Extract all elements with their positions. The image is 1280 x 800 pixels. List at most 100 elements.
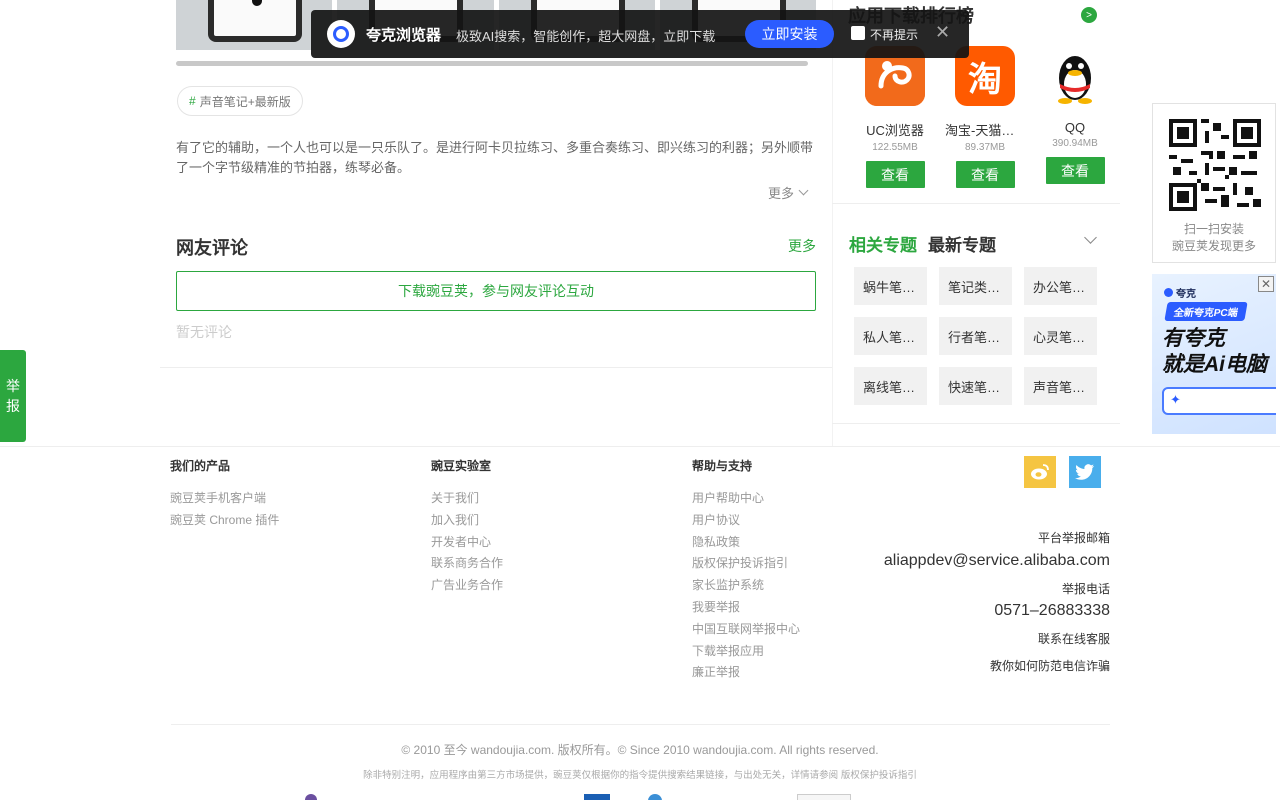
- app-size: 390.94MB: [1052, 138, 1098, 149]
- topic-grid: 蜗牛笔… 笔记类… 办公笔… 私人笔… 行者笔… 心灵笔… 离线笔… 快速笔… …: [854, 267, 1104, 405]
- report-phone-label: 举报电话: [1061, 582, 1110, 596]
- footer-link[interactable]: 豌豆荚手机客户端: [170, 488, 279, 510]
- app-name[interactable]: QQ: [1035, 120, 1115, 135]
- footer-link[interactable]: 隐私政策: [692, 532, 800, 554]
- ad-search-box: ✦: [1162, 387, 1276, 415]
- footer-link[interactable]: 下载举报应用: [692, 641, 800, 663]
- more-label: 更多: [768, 186, 795, 201]
- qq-penguin-icon[interactable]: [1045, 46, 1105, 106]
- chevron-down-icon: [798, 185, 809, 196]
- report-side-button[interactable]: 举 报: [0, 350, 26, 442]
- close-icon[interactable]: ✕: [935, 22, 950, 43]
- ranking-app-uc[interactable]: UC浏览器 122.55MB 查看: [850, 46, 940, 188]
- topic-item[interactable]: 私人笔…: [854, 317, 927, 355]
- footer-link[interactable]: 联系商务合作: [431, 553, 503, 575]
- view-button[interactable]: 查看: [955, 161, 1015, 188]
- gallery-scrollbar[interactable]: [176, 61, 808, 66]
- install-button[interactable]: 立即安装: [745, 20, 834, 48]
- ad-headline-2: 就是Ai电脑: [1162, 353, 1267, 376]
- report-email-label: 平台举报邮箱: [1037, 531, 1110, 545]
- partner-badge[interactable]: [648, 794, 662, 800]
- tab-related-topics[interactable]: 相关专题: [849, 231, 917, 256]
- close-icon[interactable]: ✕: [1258, 276, 1274, 292]
- report-email[interactable]: aliappdev@service.alibaba.com: [884, 552, 1110, 570]
- ranking-app-taobao[interactable]: 淘 淘宝-天猫双11 89.37MB 查看: [940, 46, 1030, 188]
- footer-heading: 我们的产品: [170, 459, 231, 473]
- quark-logo-icon: [1164, 288, 1173, 297]
- hash-icon: #: [189, 94, 196, 108]
- dont-show-label[interactable]: 不再提示: [870, 26, 918, 43]
- report-phone: 0571–26883338: [994, 602, 1110, 619]
- footer-link[interactable]: 广告业务合作: [431, 575, 503, 597]
- tag-label: 声音笔记+最新版: [199, 94, 291, 109]
- tab-latest-topics[interactable]: 最新专题: [928, 231, 996, 256]
- topic-item[interactable]: 办公笔…: [1024, 267, 1097, 305]
- qr-code-panel: 扫一扫安装 豌豆荚发现更多: [1152, 103, 1276, 263]
- partner-badge[interactable]: [305, 794, 317, 800]
- footer-link[interactable]: 家长监护系统: [692, 575, 800, 597]
- quark-ad-banner[interactable]: ✕ 夸克 全新夸克PC端 有夸克 就是Ai电脑 ✦: [1152, 274, 1276, 434]
- divider: [832, 423, 1120, 424]
- partner-badge[interactable]: [797, 794, 851, 800]
- reviews-title: 网友评论: [176, 238, 248, 258]
- report-label-2: 报: [6, 398, 20, 414]
- footer-heading: 帮助与支持: [692, 459, 753, 473]
- topic-item[interactable]: 心灵笔…: [1024, 317, 1097, 355]
- footer-link[interactable]: 用户协议: [692, 510, 800, 532]
- screenshot[interactable]: [176, 0, 333, 50]
- footer-link[interactable]: 廉正举报: [692, 662, 800, 684]
- chevron-down-icon[interactable]: [1084, 231, 1097, 244]
- ranking-app-qq[interactable]: QQ 390.94MB 查看: [1030, 46, 1120, 188]
- ranking-arrow-icon[interactable]: >: [1081, 7, 1097, 23]
- reviews-more-link[interactable]: 更多: [788, 236, 816, 256]
- qq-penguin-shape: [1058, 56, 1092, 104]
- weibo-icon[interactable]: [1024, 456, 1056, 488]
- legal-notice-text: 除非特别注明，应用程序由第三方市场提供，豌豆荚仅根据你的指令提供搜索结果链接，与…: [363, 770, 839, 781]
- topic-item[interactable]: 快速笔…: [939, 367, 1012, 405]
- partner-badge[interactable]: [584, 794, 610, 800]
- weibo-shape: [1031, 464, 1049, 480]
- description-more-button[interactable]: 更多: [768, 183, 809, 202]
- topic-item[interactable]: 声音笔…: [1024, 367, 1097, 405]
- app-tag[interactable]: # 声音笔记+最新版: [177, 86, 303, 116]
- divider: [160, 367, 832, 368]
- ad-pill: 全新夸克PC端: [1164, 302, 1248, 321]
- copyright-text: © 2010 至今 wandoujia.com. 版权所有。© Since 20…: [401, 743, 879, 757]
- anti-fraud-link[interactable]: 教你如何防范电信诈骗: [990, 657, 1110, 674]
- online-support-link[interactable]: 联系在线客服: [1038, 630, 1110, 647]
- app-name[interactable]: 淘宝-天猫双11: [945, 120, 1025, 139]
- topic-item[interactable]: 行者笔…: [939, 317, 1012, 355]
- footer-link[interactable]: 关于我们: [431, 488, 503, 510]
- footer-link[interactable]: 加入我们: [431, 510, 503, 532]
- footer-link[interactable]: 我要举报: [692, 597, 800, 619]
- copyright-guide-link[interactable]: 版权保护投诉指引: [841, 770, 917, 781]
- footer-link[interactable]: 开发者中心: [431, 532, 503, 554]
- footer-link[interactable]: 版权保护投诉指引: [692, 553, 800, 575]
- footer-help: 帮助与支持 用户帮助中心 用户协议 隐私政策 版权保护投诉指引 家长监护系统 我…: [692, 457, 800, 684]
- footer-link[interactable]: 用户帮助中心: [692, 488, 800, 510]
- topic-item[interactable]: 笔记类…: [939, 267, 1012, 305]
- legal-notice: 除非特别注明，应用程序由第三方市场提供，豌豆荚仅根据你的指令提供搜索结果链接，与…: [0, 767, 1280, 781]
- footer-link[interactable]: 豌豆荚 Chrome 插件: [170, 510, 279, 532]
- twitter-icon[interactable]: [1069, 456, 1101, 488]
- dont-show-checkbox[interactable]: [851, 26, 865, 40]
- topic-item[interactable]: 蜗牛笔…: [854, 267, 927, 305]
- phone-dot: [252, 0, 262, 6]
- sparkle-icon: ✦: [1170, 392, 1181, 407]
- banner-description: 极致AI搜索，智能创作，超大网盘，立即下载: [456, 29, 716, 44]
- download-to-comment-button[interactable]: 下载豌豆荚，参与网友评论互动: [176, 271, 816, 311]
- ad-brand-text: 夸克: [1176, 289, 1196, 300]
- app-size: 89.37MB: [964, 142, 1006, 153]
- app-name[interactable]: UC浏览器: [855, 120, 935, 139]
- report-label-1: 举: [6, 378, 20, 394]
- phone-frame: [208, 0, 302, 42]
- qr-subcaption: 豌豆荚发现更多: [1171, 239, 1256, 253]
- no-comments-text: 暂无评论: [176, 324, 232, 340]
- qr-code-icon: [1169, 119, 1261, 211]
- quark-logo-icon: [327, 20, 355, 48]
- view-button[interactable]: 查看: [865, 161, 925, 188]
- view-button[interactable]: 查看: [1045, 157, 1105, 184]
- footer-link[interactable]: 中国互联网举报中心: [692, 619, 800, 641]
- topic-item[interactable]: 离线笔…: [854, 367, 927, 405]
- app-description: 有了它的辅助，一个人也可以是一只乐队了。是进行阿卡贝拉练习、多重合奏练习、即兴练…: [176, 140, 814, 175]
